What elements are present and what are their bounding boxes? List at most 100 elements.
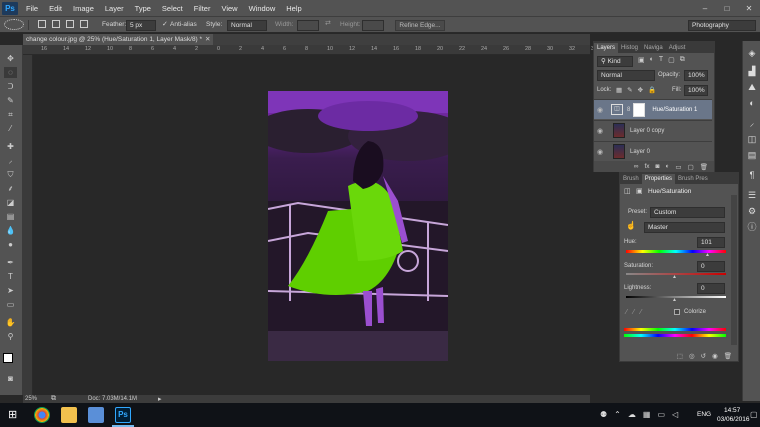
status-arrow-icon[interactable]: ▸: [158, 395, 162, 403]
new-layer-icon[interactable]: ▢: [688, 163, 694, 171]
healing-brush-tool-icon[interactable]: ✚: [4, 141, 17, 152]
eraser-tool-icon[interactable]: ◪: [4, 197, 17, 208]
reset-icon[interactable]: ↺: [701, 352, 706, 360]
marquee-tool-icon[interactable]: ◌: [4, 67, 17, 78]
height-input[interactable]: [362, 20, 384, 31]
menu-image[interactable]: Image: [73, 4, 94, 13]
width-input[interactable]: [297, 20, 319, 31]
view-previous-icon[interactable]: ◎: [689, 352, 695, 360]
layer-name[interactable]: Layer 0: [630, 149, 650, 155]
chrome-icon[interactable]: [34, 407, 50, 423]
layer-filter-select[interactable]: ⚲ Kind: [597, 56, 633, 67]
visibility-eye-icon[interactable]: ◉: [597, 106, 607, 114]
refine-edge-button[interactable]: Refine Edge...: [395, 20, 445, 31]
quick-selection-tool-icon[interactable]: ✎: [4, 95, 17, 106]
type-filter-icon[interactable]: T: [659, 56, 663, 64]
tab-adjustments[interactable]: Adjust: [666, 43, 689, 53]
layer-row[interactable]: ◉ Layer 0: [594, 141, 712, 161]
new-group-icon[interactable]: ▭: [675, 163, 681, 171]
elliptical-marquee-icon[interactable]: [4, 19, 24, 30]
antialias-check-icon[interactable]: ✓: [162, 20, 168, 28]
menu-window[interactable]: Window: [249, 4, 276, 13]
tab-layers[interactable]: Layers: [594, 43, 619, 53]
preset-select[interactable]: Custom: [650, 207, 725, 218]
crop-tool-icon[interactable]: ⌗: [4, 109, 17, 120]
paragraph-dock-icon[interactable]: ¶: [746, 169, 758, 181]
clock-date[interactable]: 03/06/2016: [717, 416, 750, 423]
brush-dock-icon[interactable]: ⸝: [746, 117, 758, 129]
menu-file[interactable]: File: [26, 4, 38, 13]
lock-all-icon[interactable]: 🔒: [648, 86, 656, 94]
notifications-icon[interactable]: ▢: [750, 410, 758, 419]
menu-edit[interactable]: Edit: [49, 4, 62, 13]
menu-view[interactable]: View: [221, 4, 237, 13]
channel-select[interactable]: Master: [644, 222, 725, 233]
style-select[interactable]: Normal: [227, 20, 267, 31]
layer-row[interactable]: ◉ Layer 0 copy: [594, 120, 712, 140]
lightness-slider-handle[interactable]: ▲: [672, 297, 677, 303]
zoom-tool-icon[interactable]: ⚲: [4, 331, 17, 342]
maximize-icon[interactable]: □: [716, 4, 738, 13]
properties-dock-icon[interactable]: ◫: [746, 133, 758, 145]
hue-slider-track[interactable]: [626, 250, 726, 253]
navigator-dock-icon[interactable]: ⛰: [746, 81, 758, 93]
info-dock-icon[interactable]: ⓘ: [746, 221, 758, 233]
menu-filter[interactable]: Filter: [194, 4, 211, 13]
shape-filter-icon[interactable]: ▢: [668, 56, 675, 64]
photoshop-taskbar-icon[interactable]: Ps: [115, 407, 131, 423]
path-selection-tool-icon[interactable]: ➤: [4, 285, 17, 296]
layer-style-fx[interactable]: fx: [644, 163, 649, 170]
foreground-color-swatch[interactable]: [3, 353, 13, 363]
paths-dock-icon[interactable]: ⚙: [746, 205, 758, 217]
feather-input[interactable]: 5 px: [126, 20, 156, 31]
share-icon[interactable]: ⧉: [51, 395, 56, 403]
tab-properties[interactable]: Properties: [641, 174, 676, 184]
menu-layer[interactable]: Layer: [105, 4, 124, 13]
fill-input[interactable]: 100%: [684, 85, 708, 96]
clock-time[interactable]: 14:57: [724, 407, 740, 414]
colorize-checkbox[interactable]: [674, 309, 680, 315]
minimize-icon[interactable]: –: [694, 4, 716, 13]
network-icon[interactable]: ▦: [643, 410, 651, 419]
channels-dock-icon[interactable]: ☰: [746, 189, 758, 201]
lock-position-icon[interactable]: ✥: [638, 86, 643, 94]
intersect-selection-icon[interactable]: [80, 20, 88, 28]
saturation-slider-handle[interactable]: ▲: [672, 274, 677, 280]
layer-name[interactable]: Layer 0 copy: [630, 128, 664, 134]
delete-layer-icon[interactable]: 🗑: [700, 163, 708, 171]
app-icon[interactable]: [88, 407, 104, 423]
hue-input[interactable]: 101: [697, 237, 725, 248]
lasso-tool-icon[interactable]: ᑐ: [4, 81, 17, 92]
menu-help[interactable]: Help: [286, 4, 301, 13]
eyedropper-minus-icon[interactable]: ⁄: [640, 309, 641, 316]
chain-icon[interactable]: 8: [627, 107, 630, 113]
clone-stamp-tool-icon[interactable]: ⛉: [4, 169, 17, 180]
dodge-tool-icon[interactable]: ●: [4, 239, 17, 250]
opacity-input[interactable]: 100%: [684, 70, 708, 81]
volume-icon[interactable]: ◁: [672, 410, 678, 419]
add-mask-icon[interactable]: ◙: [656, 163, 660, 170]
tab-histogram[interactable]: Histog: [618, 43, 641, 53]
new-selection-icon[interactable]: [38, 20, 46, 28]
windows-start-icon[interactable]: ⊞: [8, 408, 17, 421]
lock-pixels-icon[interactable]: ✎: [627, 86, 632, 94]
brush-tool-icon[interactable]: ⸝: [4, 155, 17, 166]
delete-adjustment-icon[interactable]: 🗑: [724, 352, 732, 360]
language-indicator[interactable]: ENG: [697, 411, 711, 418]
quick-mask-icon[interactable]: ◙: [4, 373, 17, 384]
link-layers-icon[interactable]: ∞: [634, 163, 639, 170]
mask-icon[interactable]: ▣: [636, 187, 643, 195]
rectangle-tool-icon[interactable]: ▭: [4, 299, 17, 310]
move-tool-icon[interactable]: ✥: [4, 53, 17, 64]
saturation-input[interactable]: 0: [697, 261, 725, 272]
add-selection-icon[interactable]: [52, 20, 60, 28]
tab-close-icon[interactable]: ✕: [205, 35, 210, 43]
up-arrow-icon[interactable]: ⌃: [614, 410, 621, 419]
adjustment-filter-icon[interactable]: ◐: [650, 56, 654, 64]
type-tool-icon[interactable]: T: [4, 271, 17, 282]
new-adjustment-icon[interactable]: ◐: [665, 163, 669, 170]
layer-name[interactable]: Hue/Saturation 1: [652, 107, 697, 113]
swap-icon[interactable]: ⇄: [325, 19, 331, 27]
subtract-selection-icon[interactable]: [66, 20, 74, 28]
file-explorer-icon[interactable]: [61, 407, 77, 423]
